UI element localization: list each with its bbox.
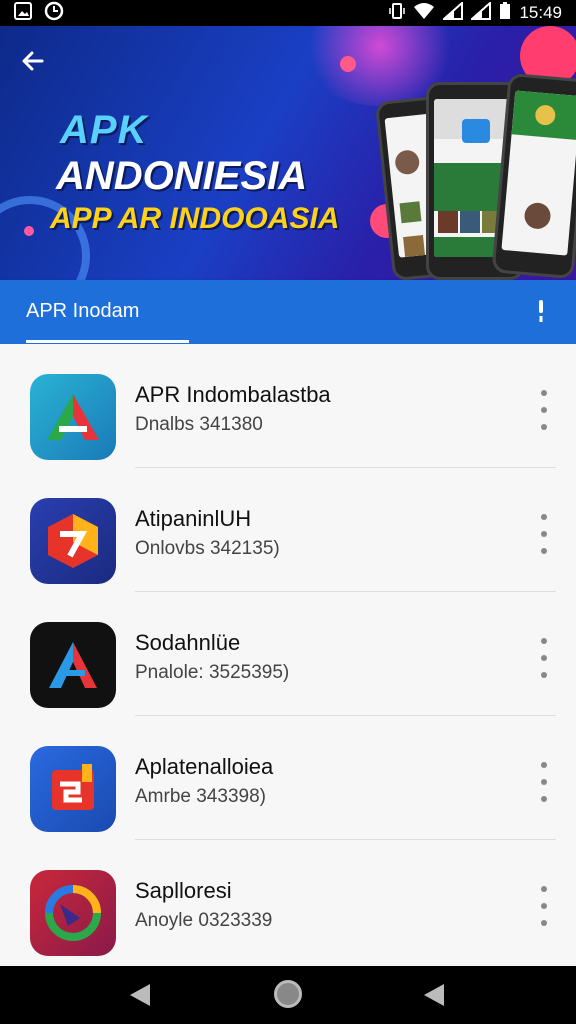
app-name: APR Indombalastba bbox=[135, 382, 331, 407]
gallery-icon bbox=[14, 1, 32, 25]
banner-title-line2: ANDONIESIA bbox=[56, 154, 308, 198]
circle-arrow-icon bbox=[30, 870, 116, 956]
app-name: AtipaninlUH bbox=[135, 506, 252, 531]
status-time: 15:49 bbox=[519, 3, 562, 22]
app-subtitle: Dnalbs 341380 bbox=[135, 414, 263, 435]
list-item[interactable]: AtipaninlUH Onlovbs 342135) bbox=[0, 468, 576, 592]
app-subtitle: Onlovbs 342135) bbox=[135, 538, 280, 559]
wifi-icon bbox=[413, 2, 435, 25]
more-options-icon[interactable] bbox=[534, 638, 554, 678]
app-name: Sodahnlüe bbox=[135, 630, 241, 655]
banner-title-line1: APK bbox=[60, 108, 148, 152]
header-banner: APK ANDONIESIA APP AR INDOOASIA bbox=[0, 26, 576, 280]
app-name: Aplatenalloiea bbox=[135, 754, 274, 779]
clock-icon bbox=[44, 1, 64, 26]
nav-recent-icon[interactable] bbox=[422, 982, 446, 1013]
list-item[interactable]: APR Indombalastba Dnalbs 341380 bbox=[0, 344, 576, 468]
more-options-icon[interactable] bbox=[534, 762, 554, 802]
app-name: Saplloresi bbox=[135, 878, 232, 903]
list-item[interactable]: Sodahnlüe Pnalole: 3525395) bbox=[0, 592, 576, 716]
nav-home-icon[interactable] bbox=[274, 980, 302, 1008]
more-options-icon[interactable] bbox=[534, 514, 554, 554]
banner-title-line3: APP AR INDOOASIA bbox=[50, 202, 340, 235]
app-subtitle: Amrbe 343398) bbox=[135, 786, 266, 807]
back-arrow-icon[interactable] bbox=[20, 48, 50, 78]
app-subtitle: Pnalole: 3525395) bbox=[135, 662, 290, 683]
signal-icon-2 bbox=[469, 0, 492, 25]
list-item[interactable]: Saplloresi Anoyle 0323339 bbox=[0, 840, 576, 964]
red-box-icon bbox=[30, 746, 116, 832]
tab-indicator bbox=[26, 340, 189, 343]
system-nav-bar bbox=[0, 966, 576, 1024]
nav-back-icon[interactable] bbox=[128, 982, 152, 1013]
more-options-icon[interactable] bbox=[534, 886, 554, 926]
banner-blob bbox=[24, 226, 34, 236]
signal-icon bbox=[441, 0, 464, 25]
red-green-a-icon bbox=[30, 374, 116, 460]
orange-hex-icon bbox=[30, 498, 116, 584]
status-bar: 15:49 bbox=[0, 0, 576, 26]
vibrate-icon bbox=[389, 2, 406, 25]
app-subtitle: Anoyle 0323339 bbox=[135, 910, 273, 931]
app-list: APR Indombalastba Dnalbs 341380 Atipanin… bbox=[0, 344, 576, 966]
battery-icon bbox=[499, 1, 511, 25]
banner-blob bbox=[340, 56, 356, 72]
tab-bar: APR Inodam bbox=[0, 280, 576, 344]
list-item[interactable]: Aplatenalloiea Amrbe 343398) bbox=[0, 716, 576, 840]
blue-red-a-icon bbox=[30, 622, 116, 708]
mic-icon[interactable] bbox=[534, 298, 548, 330]
tab-apr[interactable]: APR Inodam bbox=[26, 300, 139, 323]
more-options-icon[interactable] bbox=[534, 390, 554, 430]
